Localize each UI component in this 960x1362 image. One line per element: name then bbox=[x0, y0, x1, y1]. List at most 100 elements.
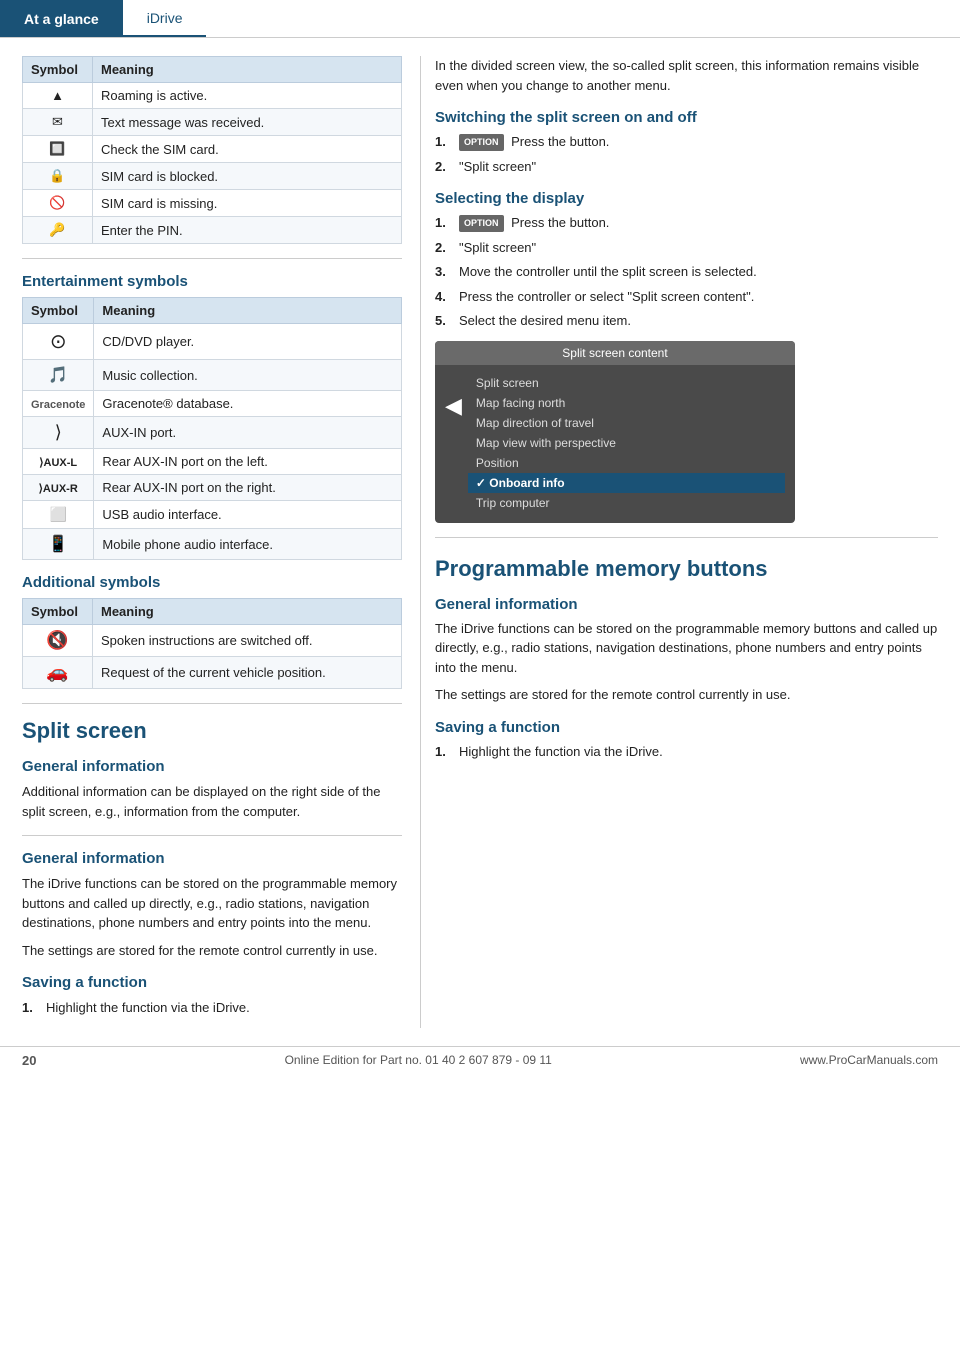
entertainment-table-row: ⟩AUX-RRear AUX-IN port on the right. bbox=[23, 475, 402, 501]
left-saving-step-1: 1. Highlight the function via the iDrive… bbox=[22, 998, 402, 1018]
main-content: Symbol Meaning ▲Roaming is active.✉Text … bbox=[0, 38, 960, 1028]
split-screen-item[interactable]: Trip computer bbox=[468, 493, 785, 513]
add-table-header-meaning: Meaning bbox=[93, 599, 402, 625]
left-general-info-text2: The settings are stored for the remote c… bbox=[22, 941, 402, 961]
split-screen-item[interactable]: Map view with perspective bbox=[468, 433, 785, 453]
ent-symbol-cell: ⊙ bbox=[23, 324, 94, 360]
phone-table-row: 🔲Check the SIM card. bbox=[23, 136, 402, 163]
additional-table-row: 🚗Request of the current vehicle position… bbox=[23, 657, 402, 689]
right-general-info-text2: The settings are stored for the remote c… bbox=[435, 685, 938, 705]
programmable-memory-heading: Programmable memory buttons bbox=[435, 556, 938, 582]
ent-meaning-cell: Gracenote® database. bbox=[94, 391, 402, 417]
entertainment-table-row: ⬜USB audio interface. bbox=[23, 501, 402, 529]
ent-meaning-cell: AUX-IN port. bbox=[94, 417, 402, 449]
entertainment-table-row: ⟩AUX-LRear AUX-IN port on the left. bbox=[23, 449, 402, 475]
phone-symbol-cell: 🔑 bbox=[23, 217, 93, 244]
phone-meaning-cell: Text message was received. bbox=[93, 109, 402, 136]
ent-meaning-cell: Mobile phone audio interface. bbox=[94, 529, 402, 560]
switching-step-2: 2. "Split screen" bbox=[435, 157, 938, 177]
right-general-info-text: The iDrive functions can be stored on th… bbox=[435, 619, 938, 678]
ent-table-header-symbol: Symbol bbox=[23, 298, 94, 324]
entertainment-table-row: ⟩AUX-IN port. bbox=[23, 417, 402, 449]
phone-meaning-cell: Check the SIM card. bbox=[93, 136, 402, 163]
left-saving-steps: 1. Highlight the function via the iDrive… bbox=[22, 998, 402, 1018]
footer-url: www.ProCarManuals.com bbox=[800, 1053, 938, 1067]
phone-symbol-table: Symbol Meaning ▲Roaming is active.✉Text … bbox=[22, 56, 402, 244]
tab-idrive[interactable]: iDrive bbox=[123, 0, 207, 37]
add-table-header-symbol: Symbol bbox=[23, 599, 93, 625]
phone-table-row: 🚫SIM card is missing. bbox=[23, 190, 402, 217]
ent-symbol-cell: ⟩AUX-R bbox=[23, 475, 94, 501]
ent-meaning-cell: CD/DVD player. bbox=[94, 324, 402, 360]
left-saving-function-heading: Saving a function bbox=[22, 974, 402, 991]
split-screen-item[interactable]: ✓ Onboard info bbox=[468, 473, 785, 493]
tab-at-a-glance-label: At a glance bbox=[24, 11, 99, 27]
selecting-step-3: 3. Move the controller until the split s… bbox=[435, 262, 938, 282]
tab-idrive-label: iDrive bbox=[147, 10, 183, 26]
phone-table-row: ▲Roaming is active. bbox=[23, 83, 402, 109]
right-saving-step-1: 1. Highlight the function via the iDrive… bbox=[435, 742, 938, 762]
option-icon-2: OPTION bbox=[459, 215, 504, 233]
right-column: In the divided screen view, the so-calle… bbox=[420, 56, 960, 1028]
page-number: 20 bbox=[22, 1053, 36, 1068]
selecting-step-2: 2. "Split screen" bbox=[435, 238, 938, 258]
entertainment-table-row: 🎵Music collection. bbox=[23, 360, 402, 391]
phone-table-header-symbol: Symbol bbox=[23, 57, 93, 83]
switching-heading: Switching the split screen on and off bbox=[435, 109, 938, 126]
selecting-step-4: 4. Press the controller or select "Split… bbox=[435, 287, 938, 307]
entertainment-symbol-table: Symbol Meaning ⊙CD/DVD player.🎵Music col… bbox=[22, 297, 402, 560]
entertainment-table-row: GracenoteGracenote® database. bbox=[23, 391, 402, 417]
add-symbol-cell: 🔇 bbox=[23, 625, 93, 657]
split-screen-item[interactable]: Split screen bbox=[468, 373, 785, 393]
phone-symbol-cell: 🚫 bbox=[23, 190, 93, 217]
entertainment-table-row: ⊙CD/DVD player. bbox=[23, 324, 402, 360]
split-screen-heading: Split screen bbox=[22, 718, 402, 744]
phone-meaning-cell: Enter the PIN. bbox=[93, 217, 402, 244]
page-footer: 20 Online Edition for Part no. 01 40 2 6… bbox=[0, 1046, 960, 1074]
ent-symbol-cell: ⟩ bbox=[23, 417, 94, 449]
add-meaning-cell: Request of the current vehicle position. bbox=[93, 657, 402, 689]
selecting-heading: Selecting the display bbox=[435, 190, 938, 207]
ent-symbol-cell: ⬜ bbox=[23, 501, 94, 529]
split-screen-item[interactable]: Map facing north bbox=[468, 393, 785, 413]
ent-symbol-cell: Gracenote bbox=[23, 391, 94, 417]
phone-meaning-cell: SIM card is missing. bbox=[93, 190, 402, 217]
phone-meaning-cell: Roaming is active. bbox=[93, 83, 402, 109]
add-meaning-cell: Spoken instructions are switched off. bbox=[93, 625, 402, 657]
ent-meaning-cell: Rear AUX-IN port on the right. bbox=[94, 475, 402, 501]
ent-symbol-cell: 🎵 bbox=[23, 360, 94, 391]
split-screen-panel-body: ◀ Split screenMap facing northMap direct… bbox=[435, 369, 795, 517]
page-header: At a glance iDrive bbox=[0, 0, 960, 38]
selecting-step-5: 5. Select the desired menu item. bbox=[435, 311, 938, 331]
add-symbol-cell: 🚗 bbox=[23, 657, 93, 689]
phone-symbol-cell: 🔲 bbox=[23, 136, 93, 163]
phone-table-header-meaning: Meaning bbox=[93, 57, 402, 83]
split-screen-panel: Split screen content ◀ Split screenMap f… bbox=[435, 341, 795, 523]
option-icon-1: OPTION bbox=[459, 134, 504, 152]
split-screen-general-text: Additional information can be displayed … bbox=[22, 782, 402, 821]
ent-meaning-cell: Rear AUX-IN port on the left. bbox=[94, 449, 402, 475]
entertainment-table-row: 📱Mobile phone audio interface. bbox=[23, 529, 402, 560]
switching-step-1: 1. OPTION Press the button. bbox=[435, 132, 938, 152]
phone-meaning-cell: SIM card is blocked. bbox=[93, 163, 402, 190]
ent-meaning-cell: Music collection. bbox=[94, 360, 402, 391]
left-column: Symbol Meaning ▲Roaming is active.✉Text … bbox=[0, 56, 420, 1028]
selecting-steps-list: 1. OPTION Press the button. 2. "Split sc… bbox=[435, 213, 938, 331]
split-screen-item[interactable]: Map direction of travel bbox=[468, 413, 785, 433]
entertainment-symbols-heading: Entertainment symbols bbox=[22, 273, 402, 290]
left-general-info-text: The iDrive functions can be stored on th… bbox=[22, 874, 402, 933]
ent-table-header-meaning: Meaning bbox=[94, 298, 402, 324]
phone-table-row: ✉Text message was received. bbox=[23, 109, 402, 136]
tab-at-a-glance[interactable]: At a glance bbox=[0, 0, 123, 37]
left-general-info-heading: General information bbox=[22, 850, 402, 867]
right-general-info-heading: General information bbox=[435, 596, 938, 613]
phone-symbol-cell: ▲ bbox=[23, 83, 93, 109]
ent-symbol-cell: 📱 bbox=[23, 529, 94, 560]
phone-symbol-cell: ✉ bbox=[23, 109, 93, 136]
phone-symbol-cell: 🔒 bbox=[23, 163, 93, 190]
additional-symbol-table: Symbol Meaning 🔇Spoken instructions are … bbox=[22, 598, 402, 689]
switching-steps-list: 1. OPTION Press the button. 2. "Split sc… bbox=[435, 132, 938, 176]
split-screen-panel-title: Split screen content bbox=[435, 341, 795, 365]
intro-text: In the divided screen view, the so-calle… bbox=[435, 56, 938, 95]
split-screen-item[interactable]: Position bbox=[468, 453, 785, 473]
